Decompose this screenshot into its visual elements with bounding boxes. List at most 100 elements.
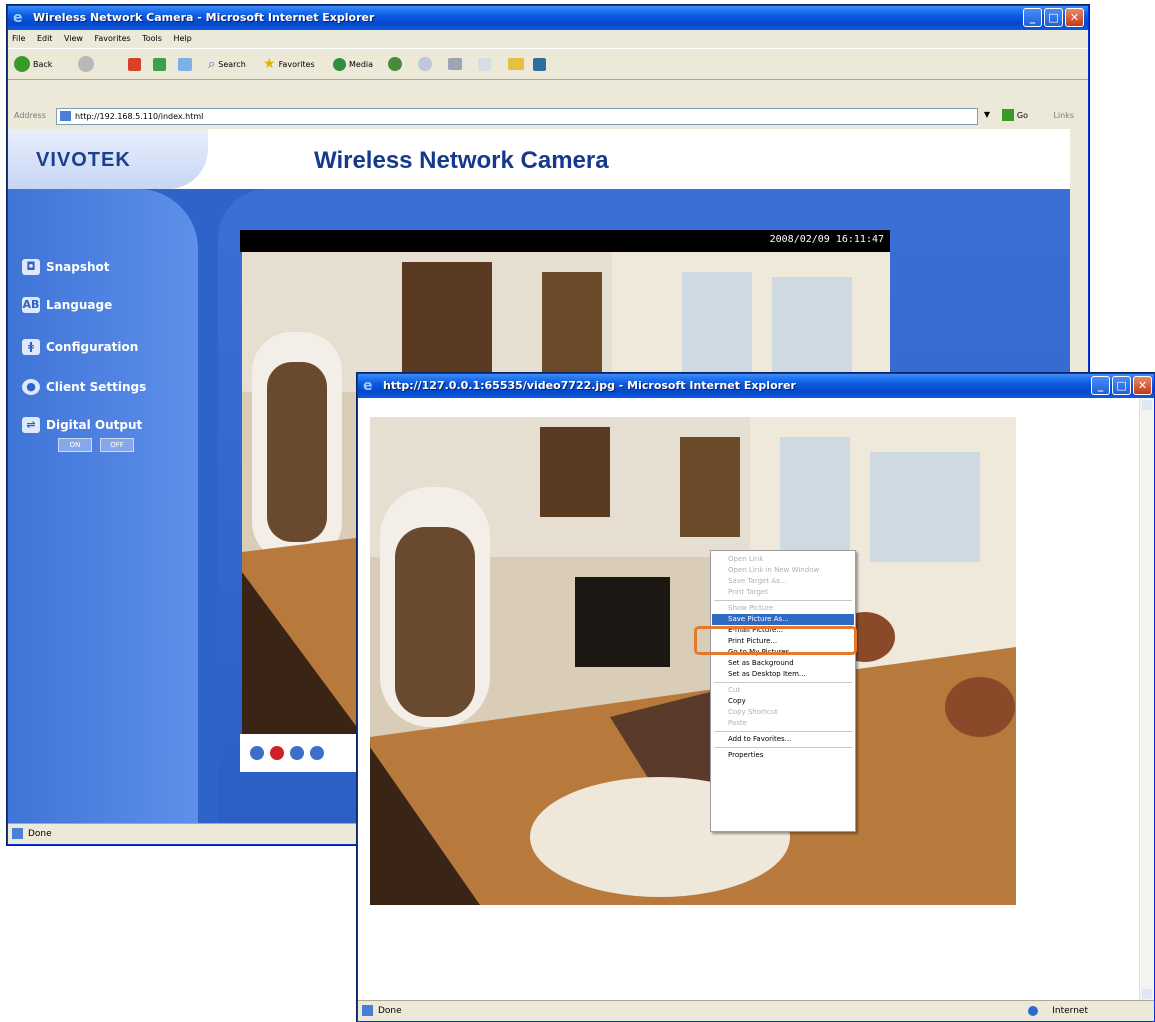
main-window-titlebar[interactable]: e Wireless Network Camera - Microsoft In… xyxy=(8,6,1088,30)
maximize-button[interactable]: □ xyxy=(1044,8,1063,27)
menu-favorites[interactable]: Favorites xyxy=(95,34,131,43)
internet-zone-icon xyxy=(1028,1006,1038,1016)
folder-button[interactable] xyxy=(508,55,524,73)
media-icon xyxy=(333,57,346,71)
output-off-button[interactable]: OFF xyxy=(100,438,134,452)
page-header: VIVOTEK Wireless Network Camera xyxy=(8,129,1070,189)
scroll-down-icon[interactable] xyxy=(1142,989,1152,999)
menu-help[interactable]: Help xyxy=(173,34,191,43)
home-button[interactable] xyxy=(178,55,192,73)
context-menu-copy[interactable]: Copy xyxy=(712,696,854,707)
context-menu-add-to-favorites[interactable]: Add to Favorites... xyxy=(712,734,854,745)
mail-button[interactable] xyxy=(418,55,432,73)
menu-separator xyxy=(714,600,852,601)
address-url: http://192.168.5.110/index.html xyxy=(75,112,204,121)
address-input[interactable]: http://192.168.5.110/index.html xyxy=(56,108,978,125)
go-button[interactable]: Go xyxy=(1001,109,1028,121)
digital-output-icon: ⇌ xyxy=(22,417,40,433)
history-icon xyxy=(388,57,402,71)
print-button[interactable] xyxy=(448,55,462,73)
address-dropdown-icon[interactable]: ▼ xyxy=(984,110,990,119)
menu-file[interactable]: File xyxy=(12,34,25,43)
snapshot-window-titlebar[interactable]: e http://127.0.0.1:65535/video7722.jpg -… xyxy=(358,374,1154,398)
snapshot-status-text: Done xyxy=(378,1006,402,1016)
volume-icon[interactable] xyxy=(310,746,324,760)
language-icon: AB xyxy=(22,297,40,313)
nav-client-settings-label: Client Settings xyxy=(46,380,147,394)
standard-toolbar: Back ⌕ Search ★ Favorites Media xyxy=(8,48,1088,80)
snapshot-image[interactable] xyxy=(370,417,1016,905)
snapshot-maximize-button[interactable]: □ xyxy=(1112,376,1131,395)
scroll-up-icon[interactable] xyxy=(1142,400,1152,410)
messenger-button[interactable] xyxy=(533,55,546,73)
links-label[interactable]: Links xyxy=(1053,111,1074,120)
search-button[interactable]: ⌕ Search xyxy=(208,55,246,73)
context-menu-cut: Cut xyxy=(728,686,741,694)
nav-digital-output[interactable]: ⇌ Digital Output xyxy=(22,417,142,433)
output-on-button[interactable]: ON xyxy=(58,438,92,452)
context-menu-properties[interactable]: Properties xyxy=(712,750,854,761)
snapshot-window-title: http://127.0.0.1:65535/video7722.jpg - M… xyxy=(383,379,796,392)
media-button[interactable]: Media xyxy=(333,55,373,73)
context-menu-copy-shortcut: Copy Shortcut xyxy=(728,708,778,716)
search-icon: ⌕ xyxy=(208,56,216,72)
menu-edit[interactable]: Edit xyxy=(37,34,53,43)
internet-zone-label: Internet xyxy=(1052,1006,1088,1016)
status-page-icon xyxy=(12,828,23,839)
snapshot-browser-window: e http://127.0.0.1:65535/video7722.jpg -… xyxy=(357,373,1155,1022)
refresh-button[interactable] xyxy=(153,55,166,73)
nav-snapshot-label: Snapshot xyxy=(46,260,110,274)
close-button[interactable]: ✕ xyxy=(1065,8,1084,27)
messenger-icon xyxy=(533,57,546,71)
vivotek-logo[interactable]: VIVOTEK xyxy=(36,149,131,172)
snapshot-icon[interactable] xyxy=(290,746,304,760)
nav-digital-output-label: Digital Output xyxy=(46,418,143,432)
edit-icon xyxy=(478,57,491,71)
printer-icon xyxy=(448,58,462,70)
minimize-button[interactable]: _ xyxy=(1023,8,1042,27)
snapshot-scrollbar[interactable] xyxy=(1139,398,1154,1001)
context-menu-set-as-desktop-item[interactable]: Set as Desktop Item... xyxy=(712,669,854,680)
address-label: Address xyxy=(14,111,46,120)
logo-area: VIVOTEK xyxy=(8,129,208,189)
snapshot-close-button[interactable]: ✕ xyxy=(1133,376,1152,395)
nav-language[interactable]: AB Language xyxy=(22,297,112,313)
context-menu-save-target-as: Save Target As... xyxy=(728,577,787,585)
snapshot-minimize-button[interactable]: _ xyxy=(1091,376,1110,395)
back-button[interactable]: Back xyxy=(14,55,52,73)
navigation-sidebar: ◘ Snapshot AB Language ǂ Configuration ●… xyxy=(8,189,198,824)
ie-icon: e xyxy=(13,10,23,26)
forward-arrow-icon xyxy=(78,56,94,72)
main-window-title: Wireless Network Camera - Microsoft Inte… xyxy=(33,11,375,24)
record-icon[interactable] xyxy=(270,746,284,760)
image-context-menu: Open Link Open Link in New Window Save Tar… xyxy=(710,550,856,832)
video-timestamp: 2008/02/09 16:11:47 xyxy=(769,234,884,245)
client-settings-icon: ● xyxy=(22,379,40,395)
page-title: Wireless Network Camera xyxy=(314,147,609,174)
menu-separator xyxy=(714,731,852,732)
favorites-button[interactable]: ★ Favorites xyxy=(263,55,315,73)
edit-button[interactable] xyxy=(478,55,491,73)
back-arrow-icon xyxy=(14,56,30,72)
menu-tools[interactable]: Tools xyxy=(142,34,162,43)
context-menu-open-link: Open Link xyxy=(728,555,764,563)
zoom-icon[interactable] xyxy=(250,746,264,760)
snapshot-status-bar: Done Internet xyxy=(358,1000,1154,1021)
nav-configuration[interactable]: ǂ Configuration xyxy=(22,339,138,355)
forward-button[interactable] xyxy=(78,55,94,73)
context-menu-set-as-background[interactable]: Set as Background xyxy=(712,658,854,669)
history-button[interactable] xyxy=(388,55,402,73)
context-menu-save-picture-as[interactable]: Save Picture As... xyxy=(712,614,854,625)
stop-button[interactable] xyxy=(128,55,141,73)
menu-bar: File Edit View Favorites Tools Help xyxy=(8,30,1088,48)
stop-icon xyxy=(128,57,141,71)
save-picture-highlight xyxy=(694,626,857,655)
context-menu-print-target: Print Target xyxy=(728,588,768,596)
nav-snapshot[interactable]: ◘ Snapshot xyxy=(22,259,110,275)
menu-view[interactable]: View xyxy=(64,34,83,43)
mail-icon xyxy=(418,57,432,71)
nav-client-settings[interactable]: ● Client Settings xyxy=(22,379,146,395)
folder-icon xyxy=(508,58,524,70)
menu-separator xyxy=(714,682,852,683)
go-arrow-icon xyxy=(1001,109,1014,121)
